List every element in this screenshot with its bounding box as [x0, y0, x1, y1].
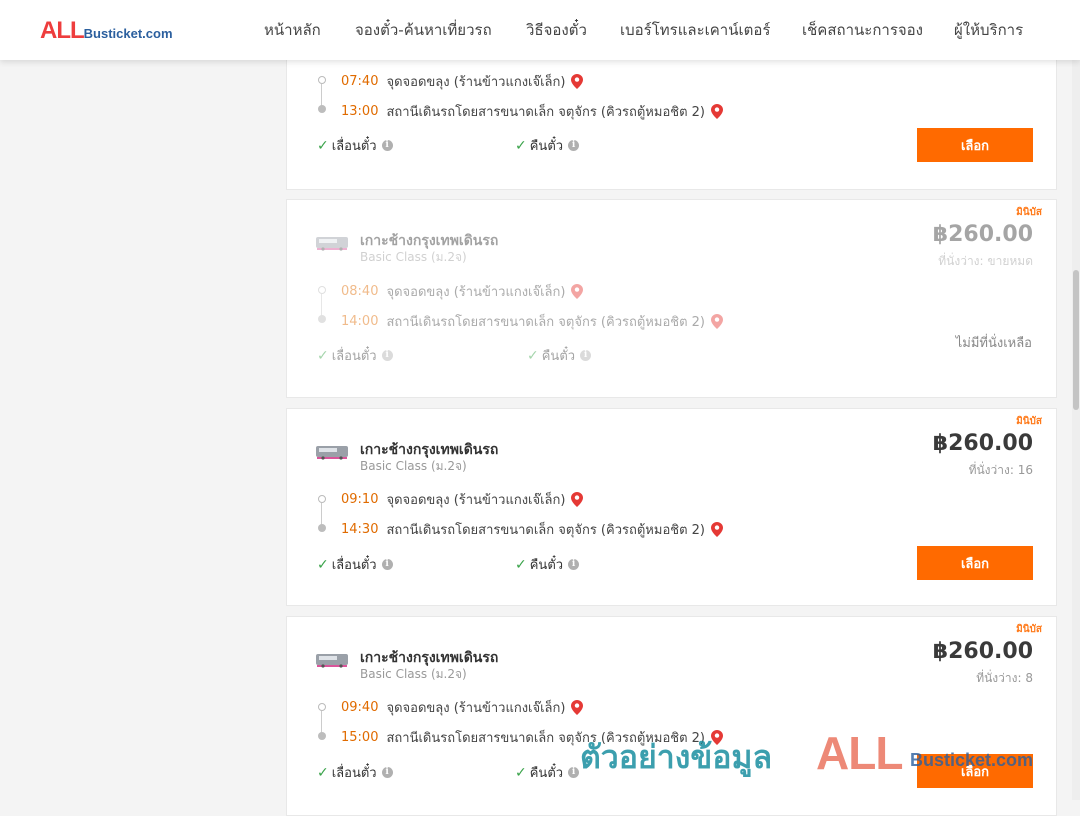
- feature-change-ticket: ✓ เลื่อนตั๋ว i: [317, 345, 393, 366]
- feature-refund-ticket: ✓ คืนตั๋ว i: [515, 762, 580, 783]
- scrollbar-track[interactable]: [1072, 60, 1080, 800]
- map-pin-icon[interactable]: [571, 74, 584, 89]
- feature-refund-ticket: ✓ คืนตั๋ว i: [515, 554, 580, 575]
- info-icon[interactable]: i: [381, 350, 393, 361]
- logo-all-text: ALL: [40, 17, 85, 44]
- departure-place: จุดจอดขลุง (ร้านข้าวแกงเจ๊เล็ก): [386, 493, 566, 508]
- select-trip-button[interactable]: เลือก: [917, 128, 1033, 162]
- departure-place: จุดจอดขลุง (ร้านข้าวแกงเจ๊เล็ก): [386, 285, 566, 300]
- bus-company-logo: [316, 654, 348, 668]
- nav-phone-counter[interactable]: เบอร์โทรและเคาน์เตอร์: [620, 0, 770, 60]
- feature-refund-label: คืนตั๋ว: [529, 558, 564, 573]
- nav-check-booking[interactable]: เช็คสถานะการจอง: [802, 0, 923, 60]
- info-icon[interactable]: i: [381, 559, 393, 570]
- ticket-price: ฿260.00: [932, 222, 1033, 247]
- arrival-place: สถานีเดินรถโดยสารขนาดเล็ก จตุจักร (คิวรถ…: [386, 315, 705, 330]
- arrival-place: สถานีเดินรถโดยสารขนาดเล็ก จตุจักร (คิวรถ…: [386, 105, 705, 120]
- minibus-label: มินิบัส: [1016, 416, 1042, 427]
- departure-row: 08:40 จุดจอดขลุง (ร้านข้าวแกงเจ๊เล็ก): [341, 281, 584, 302]
- bus-class: Basic Class (ม.2จ): [360, 667, 467, 681]
- site-header: ALLBusticket.com หน้าหลัก จองตั๋ว-ค้นหาเ…: [0, 0, 1080, 60]
- watermark-thai-text: ตัวอย่างข้อมูล: [580, 738, 773, 776]
- select-trip-button[interactable]: เลือก: [917, 546, 1033, 580]
- feature-change-label: เลื่อนตั๋ว: [331, 558, 377, 573]
- arrival-row: 14:00 สถานีเดินรถโดยสารขนาดเล็ก จตุจักร …: [341, 311, 723, 332]
- departure-time: 09:10: [341, 492, 379, 507]
- trip-card: 07:40 จุดจอดขลุง (ร้านข้าวแกงเจ๊เล็ก) 13…: [286, 56, 1057, 190]
- departure-place: จุดจอดขลุง (ร้านข้าวแกงเจ๊เล็ก): [386, 701, 566, 716]
- departure-row: 09:10 จุดจอดขลุง (ร้านข้าวแกงเจ๊เล็ก): [341, 489, 584, 510]
- trip-card: มินิบัส เกาะช้างกรุงเทพเดินรถ Basic Clas…: [286, 616, 1057, 816]
- logo-busticket-text: Busticket.com: [83, 26, 173, 41]
- minibus-label: มินิบัส: [1016, 624, 1042, 635]
- site-logo[interactable]: ALLBusticket.com: [40, 17, 173, 45]
- map-pin-icon[interactable]: [711, 104, 723, 119]
- feature-change-ticket: ✓ เลื่อนตั๋ว i: [317, 762, 393, 783]
- bus-class: Basic Class (ม.2จ): [360, 459, 467, 473]
- feature-change-ticket: ✓ เลื่อนตั๋ว i: [317, 135, 393, 156]
- feature-refund-label: คืนตั๋ว: [529, 766, 564, 781]
- trip-card: มินิบัส เกาะช้างกรุงเทพเดินรถ Basic Clas…: [286, 199, 1057, 398]
- info-icon[interactable]: i: [568, 140, 580, 151]
- departure-place: จุดจอดขลุง (ร้านข้าวแกงเจ๊เล็ก): [386, 75, 566, 90]
- arrival-time: 14:00: [341, 314, 379, 329]
- nav-how-to-book[interactable]: วิธีจองตั๋ว: [526, 0, 587, 60]
- departure-time: 09:40: [341, 700, 379, 715]
- minibus-label: มินิบัส: [1016, 207, 1042, 218]
- bus-company-logo: [316, 446, 348, 460]
- info-icon[interactable]: i: [580, 350, 592, 361]
- arrival-place: สถานีเดินรถโดยสารขนาดเล็ก จตุจักร (คิวรถ…: [386, 523, 705, 538]
- no-seat-message: ไม่มีที่นั่งเหลือ: [955, 336, 1032, 351]
- feature-change-label: เลื่อนตั๋ว: [331, 349, 377, 364]
- feature-refund-label: คืนตั๋ว: [541, 349, 576, 364]
- check-icon: ✓: [515, 764, 527, 781]
- ticket-price: ฿260.00: [932, 639, 1033, 664]
- bus-class: Basic Class (ม.2จ): [360, 250, 467, 264]
- check-icon: ✓: [515, 556, 527, 573]
- feature-refund-label: คืนตั๋ว: [529, 139, 564, 154]
- watermark-all-text: ALL: [816, 727, 903, 779]
- map-pin-icon[interactable]: [711, 522, 723, 537]
- feature-change-label: เลื่อนตั๋ว: [331, 139, 377, 154]
- departure-row: 07:40 จุดจอดขลุง (ร้านข้าวแกงเจ๊เล็ก): [341, 71, 584, 92]
- check-icon: ✓: [317, 556, 329, 573]
- watermark-busticket-text: Busticket.com: [910, 750, 1034, 770]
- arrival-row: 14:30 สถานีเดินรถโดยสารขนาดเล็ก จตุจักร …: [341, 519, 723, 540]
- arrival-time: 15:00: [341, 730, 379, 745]
- nav-book-search[interactable]: จองตั๋ว-ค้นหาเที่ยวรถ: [355, 0, 492, 60]
- info-icon[interactable]: i: [568, 767, 580, 778]
- departure-time: 08:40: [341, 284, 379, 299]
- departure-time: 07:40: [341, 74, 379, 89]
- feature-refund-ticket: ✓ คืนตั๋ว i: [515, 135, 580, 156]
- bus-company-logo: [316, 237, 348, 251]
- check-icon: ✓: [317, 764, 329, 781]
- map-pin-icon[interactable]: [571, 700, 584, 715]
- arrival-time: 13:00: [341, 104, 379, 119]
- check-icon: ✓: [317, 137, 329, 154]
- info-icon[interactable]: i: [381, 140, 393, 151]
- map-pin-icon[interactable]: [571, 492, 584, 507]
- feature-change-label: เลื่อนตั๋ว: [331, 766, 377, 781]
- sample-data-watermark: ตัวอย่างข้อมูล ALL Busticket.com: [580, 726, 1050, 786]
- check-icon: ✓: [515, 137, 527, 154]
- feature-refund-ticket: ✓ คืนตั๋ว i: [527, 345, 592, 366]
- ticket-price: ฿260.00: [932, 431, 1033, 456]
- seats-available: ที่นั่งว่าง: ขายหมด: [938, 254, 1033, 268]
- seats-available: ที่นั่งว่าง: 16: [968, 463, 1033, 477]
- feature-change-ticket: ✓ เลื่อนตั๋ว i: [317, 554, 393, 575]
- nav-operators[interactable]: ผู้ให้บริการ: [954, 0, 1023, 60]
- info-icon[interactable]: i: [381, 767, 393, 778]
- check-icon: ✓: [527, 347, 539, 364]
- scrollbar-thumb[interactable]: [1073, 270, 1079, 410]
- info-icon[interactable]: i: [568, 559, 580, 570]
- trip-card: มินิบัส เกาะช้างกรุงเทพเดินรถ Basic Clas…: [286, 408, 1057, 606]
- map-pin-icon[interactable]: [571, 284, 584, 299]
- seats-available: ที่นั่งว่าง: 8: [976, 671, 1033, 685]
- arrival-time: 14:30: [341, 522, 379, 537]
- check-icon: ✓: [317, 347, 329, 364]
- departure-row: 09:40 จุดจอดขลุง (ร้านข้าวแกงเจ๊เล็ก): [341, 697, 584, 718]
- nav-home[interactable]: หน้าหลัก: [264, 0, 321, 60]
- arrival-row: 13:00 สถานีเดินรถโดยสารขนาดเล็ก จตุจักร …: [341, 101, 723, 122]
- map-pin-icon[interactable]: [711, 314, 723, 329]
